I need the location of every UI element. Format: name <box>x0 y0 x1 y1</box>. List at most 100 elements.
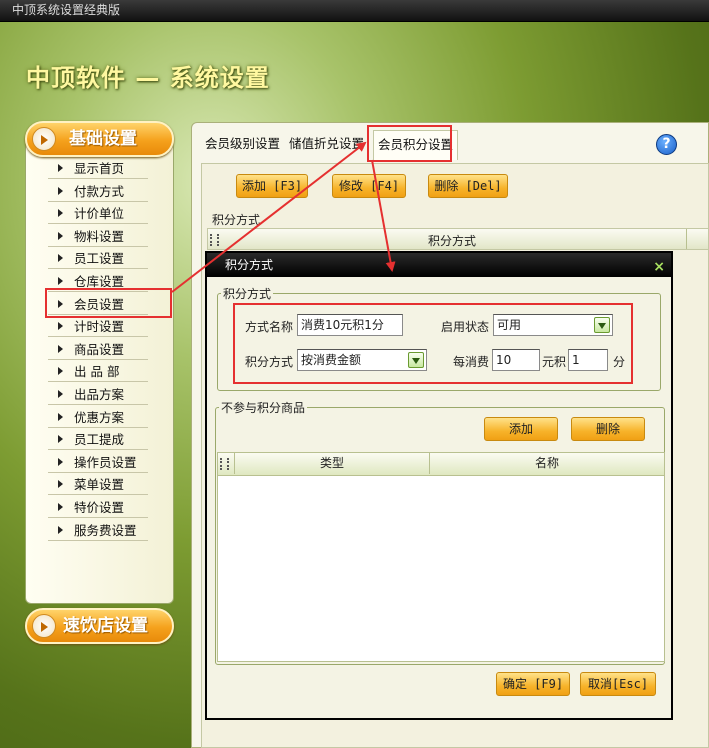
add-button[interactable]: 添加 [F3] <box>236 174 308 198</box>
sidebar-item[interactable]: 操作员设置 <box>48 453 148 473</box>
sidebar-item[interactable]: 特价设置 <box>48 498 148 518</box>
sidebar-item[interactable]: 菜单设置 <box>48 475 148 496</box>
tab-label: 会员级别设置 <box>205 136 281 151</box>
add-item-button[interactable]: 添加 <box>484 417 558 441</box>
triangle-right-icon <box>58 186 63 195</box>
triangle-right-icon <box>58 299 63 308</box>
sidebar-item[interactable]: 计价单位 <box>48 204 148 225</box>
triangle-right-icon <box>58 390 63 398</box>
sidebar-item-label: 物料设置 <box>74 228 125 244</box>
tab-strip: 会员级别设置 储值折兑设置 会员积分设置 <box>196 130 709 160</box>
tab-member-points[interactable]: 会员积分设置 <box>373 130 459 160</box>
method-name-input[interactable]: 消费10元积1分 <box>297 314 403 336</box>
sidebar-item[interactable]: 计时设置 <box>48 317 148 338</box>
triangle-right-icon <box>58 525 63 534</box>
chevron-down-icon[interactable] <box>594 317 610 333</box>
triangle-right-icon <box>58 231 63 240</box>
column-header-name[interactable]: 名称 <box>430 452 664 474</box>
edit-button[interactable]: 修改 [F4] <box>332 174 406 198</box>
method-fieldset-legend: 积分方式 <box>221 285 274 302</box>
page-title: 中顶软件 — 系统设置 <box>26 64 270 92</box>
column-divider <box>686 229 687 249</box>
triangle-right-icon <box>58 277 63 285</box>
excluded-items-legend: 不参与积分商品 <box>219 399 308 416</box>
sidebar-item-label: 出 品 部 <box>74 364 120 380</box>
points-input[interactable]: 1 <box>568 349 608 371</box>
triangle-right-icon <box>58 164 63 172</box>
points-method-label: 积分方式 <box>245 355 294 369</box>
triangle-right-icon <box>58 503 63 511</box>
per-spend-input[interactable]: 10 <box>492 349 540 371</box>
sidebar-item[interactable]: 优惠方案 <box>48 408 148 428</box>
cancel-button[interactable]: 取消[Esc] <box>580 672 656 696</box>
close-icon[interactable]: × <box>653 255 665 279</box>
sidebar-item[interactable]: 出品方案 <box>48 385 148 405</box>
ok-button[interactable]: 确定 [F9] <box>496 672 570 696</box>
play-circle-icon <box>32 127 56 151</box>
triangle-right-icon <box>58 435 63 444</box>
method-name-label: 方式名称 <box>245 320 294 334</box>
excluded-items-grid-header: 类型 名称 <box>217 452 665 476</box>
triangle-right-icon <box>58 322 63 331</box>
sidebar-section-fastfood-settings[interactable]: 速饮店设置 <box>25 608 174 644</box>
points-method-dialog: 积分方式 × 积分方式 方式名称 消费10元积1分 启用状态 可用 积分方式 按… <box>205 251 673 720</box>
sidebar-section-label: 基础设置 <box>69 129 137 149</box>
sidebar-item-label: 服务费设置 <box>74 522 137 538</box>
tab-member-level[interactable]: 会员级别设置 <box>205 130 280 160</box>
tab-label: 储值折兑设置 <box>289 136 365 151</box>
triangle-right-icon <box>58 480 63 489</box>
sidebar-item-label: 员工设置 <box>74 251 125 267</box>
sidebar-item-label: 优惠方案 <box>74 409 125 425</box>
column-header-type[interactable]: 类型 <box>234 452 430 474</box>
sidebar-item[interactable]: 付款方式 <box>48 182 148 202</box>
sidebar-item-label: 商品设置 <box>74 341 125 357</box>
delete-item-button[interactable]: 删除 <box>571 417 645 441</box>
sidebar-item-label: 菜单设置 <box>74 477 125 493</box>
tab-stored-value-discount[interactable]: 储值折兑设置 <box>289 130 364 160</box>
per-spend-label: 每消费 <box>453 355 490 369</box>
chevron-down-icon[interactable] <box>408 352 424 368</box>
sidebar-item-label: 特价设置 <box>74 500 125 515</box>
triangle-right-icon <box>58 254 63 263</box>
sidebar-item-label: 出品方案 <box>74 387 125 402</box>
sidebar-item-label: 计时设置 <box>74 319 125 335</box>
sidebar-item[interactable]: 员工提成 <box>48 430 148 451</box>
excluded-items-grid[interactable] <box>217 452 665 662</box>
dialog-title: 积分方式 <box>225 258 274 272</box>
delete-button[interactable]: 删除 [Del] <box>428 174 508 198</box>
grid-menu-icon[interactable] <box>210 234 219 246</box>
sidebar-item-label: 仓库设置 <box>74 274 125 289</box>
sidebar-item-label: 会员设置 <box>74 296 125 312</box>
help-icon[interactable]: ? <box>656 134 677 155</box>
sidebar-item[interactable]: 会员设置 <box>48 295 148 315</box>
tab-label: 会员积分设置 <box>378 137 454 152</box>
sidebar-item[interactable]: 出 品 部 <box>48 362 148 383</box>
triangle-right-icon <box>58 412 63 421</box>
window-title: 中顶系统设置经典版 <box>12 3 121 17</box>
column-header[interactable]: 积分方式 <box>428 232 476 249</box>
sidebar-item[interactable]: 服务费设置 <box>48 521 148 541</box>
sidebar-item-label: 员工提成 <box>74 432 125 448</box>
sidebar-item-label: 显示首页 <box>74 161 125 176</box>
sidebar-item[interactable]: 仓库设置 <box>48 272 148 292</box>
status-label: 启用状态 <box>441 320 490 334</box>
sidebar-item-label: 操作员设置 <box>74 454 137 470</box>
method-fieldset <box>217 293 661 391</box>
status-select[interactable]: 可用 <box>493 314 613 336</box>
sidebar-item[interactable]: 物料设置 <box>48 227 148 247</box>
grid-menu-icon[interactable] <box>220 458 229 470</box>
points-method-grid-header: 积分方式 <box>207 228 709 250</box>
sidebar-item[interactable]: 显示首页 <box>48 159 148 179</box>
triangle-right-icon <box>58 344 63 353</box>
points-method-select-value: 按消费金额 <box>301 353 362 367</box>
sidebar-item[interactable]: 员工设置 <box>48 249 148 270</box>
points-method-select[interactable]: 按消费金额 <box>297 349 427 371</box>
triangle-right-icon <box>58 367 63 376</box>
status-select-value: 可用 <box>497 318 522 332</box>
sidebar-item[interactable]: 商品设置 <box>48 340 148 360</box>
triangle-right-icon <box>58 457 63 466</box>
play-circle-icon <box>32 614 56 638</box>
sidebar-section-basic-settings[interactable]: 基础设置 <box>25 121 174 157</box>
sidebar-item-label: 计价单位 <box>74 206 125 222</box>
sidebar-item-label: 付款方式 <box>74 183 125 199</box>
